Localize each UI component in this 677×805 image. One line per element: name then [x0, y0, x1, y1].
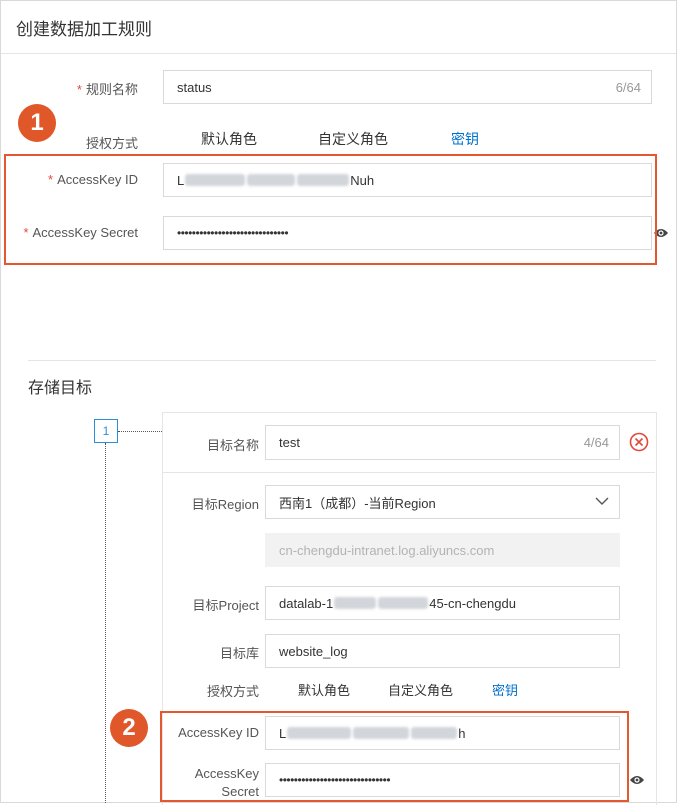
target-auth-option-custom-role[interactable]: 自定义角色 — [388, 680, 453, 699]
target-name-value: test — [279, 435, 300, 450]
target-project-suffix: 45-cn-chengdu — [429, 595, 516, 611]
target-region-value: 西南1（成都）-当前Region — [279, 495, 436, 511]
auth-label: 授权方式 — [85, 136, 138, 151]
step-connector-vertical — [105, 443, 106, 803]
annotation-box-1 — [4, 154, 657, 265]
chevron-down-icon — [595, 497, 609, 505]
dialog-header: 创建数据加工规则 — [1, 1, 676, 54]
target-auth-option-default-role[interactable]: 默认角色 — [298, 680, 350, 699]
dialog-frame: 创建数据加工规则 * 规则名称 status 6/64 授权方式 默认角色 自定义… — [0, 0, 677, 805]
rule-name-counter: 6/64 — [615, 80, 641, 95]
storage-section-title: 存储目标 — [28, 380, 93, 397]
target-name-input[interactable]: test 4/64 — [265, 425, 620, 460]
annotation-box-2 — [160, 711, 629, 802]
target-project-prefix: datalab-1 — [279, 595, 334, 611]
target-logstore-label: 目标库 — [219, 646, 259, 661]
auth-option-default-role[interactable]: 默认角色 — [201, 129, 257, 149]
eye-icon[interactable] — [629, 774, 645, 786]
annotation-badge-1: 1 — [18, 104, 56, 142]
redacted-blur — [378, 597, 429, 609]
rule-name-value: status — [177, 79, 212, 95]
target-card-divider — [163, 472, 655, 473]
rule-name-input[interactable]: status 6/64 — [163, 70, 652, 104]
target-name-counter: 4/64 — [583, 435, 609, 450]
target-project-input[interactable]: datalab-1 45-cn-chengdu — [265, 586, 620, 620]
target-auth-option-key[interactable]: 密钥 — [492, 680, 518, 699]
target-region-label: 目标Region — [191, 497, 259, 512]
target-region-select[interactable]: 西南1（成都）-当前Region — [265, 485, 620, 519]
target-logstore-value: website_log — [279, 643, 348, 659]
rule-name-label: * 规则名称 — [77, 79, 138, 98]
section-divider — [28, 360, 656, 361]
auth-option-key[interactable]: 密钥 — [451, 129, 479, 149]
target-name-label: 目标名称 — [206, 438, 259, 453]
annotation-badge-2: 2 — [110, 709, 148, 747]
target-auth-label: 授权方式 — [206, 684, 259, 699]
required-mark: * — [76, 82, 82, 97]
auth-option-custom-role[interactable]: 自定义角色 — [318, 129, 388, 149]
endpoint-field: cn-chengdu-intranet.log.aliyuncs.com — [265, 533, 620, 567]
rule-name-label-text: 规则名称 — [85, 82, 138, 97]
step-indicator: 1 — [94, 419, 118, 443]
page-title: 创建数据加工规则 — [16, 20, 152, 39]
delete-circle-icon[interactable] — [629, 432, 649, 452]
step-connector-horizontal — [118, 431, 162, 432]
endpoint-value: cn-chengdu-intranet.log.aliyuncs.com — [279, 542, 495, 558]
target-logstore-input[interactable]: website_log — [265, 634, 620, 668]
redacted-blur — [334, 597, 377, 609]
target-project-label: 目标Project — [192, 598, 259, 613]
